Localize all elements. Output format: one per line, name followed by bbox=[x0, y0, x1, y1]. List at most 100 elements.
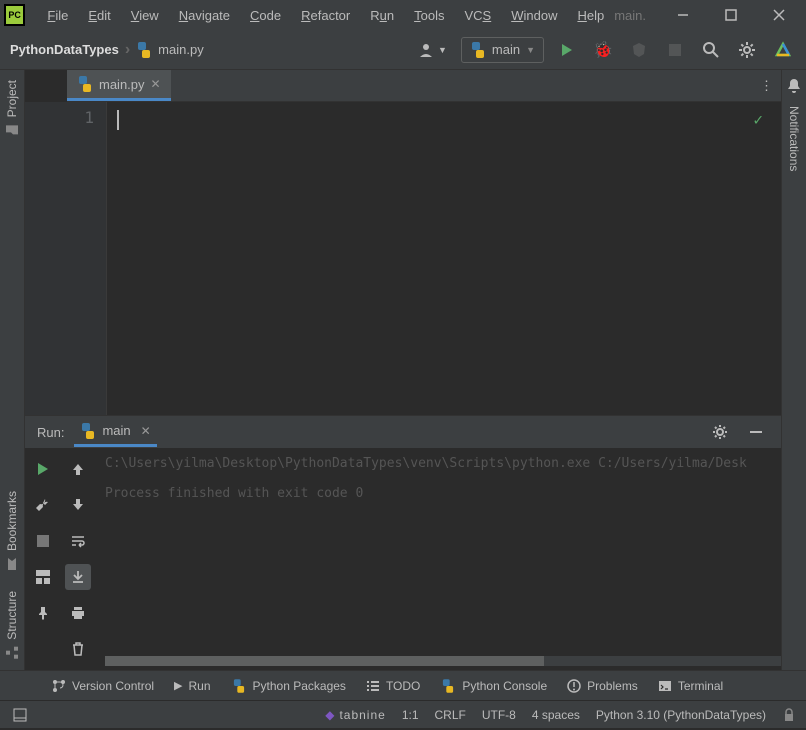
bell-icon bbox=[786, 78, 802, 94]
layout-button[interactable] bbox=[30, 564, 56, 590]
line-separator[interactable]: CRLF bbox=[435, 708, 466, 722]
bottom-run[interactable]: ▶ Run bbox=[174, 679, 210, 693]
scrollbar-thumb[interactable] bbox=[105, 656, 544, 666]
python-icon bbox=[442, 679, 456, 693]
gear-icon bbox=[712, 424, 728, 440]
interpreter[interactable]: Python 3.10 (PythonDataTypes) bbox=[596, 708, 766, 722]
breadcrumb-project[interactable]: PythonDataTypes bbox=[10, 42, 119, 57]
horizontal-scrollbar[interactable] bbox=[105, 656, 781, 666]
menu-bar: File Edit View Navigate Code Refactor Ru… bbox=[37, 4, 614, 27]
print-button[interactable] bbox=[65, 600, 91, 626]
problems-label: Problems bbox=[587, 679, 638, 693]
menu-vcs[interactable]: VCS bbox=[454, 4, 501, 27]
bottom-todo[interactable]: TODO bbox=[366, 679, 420, 693]
close-button[interactable] bbox=[756, 1, 802, 29]
structure-label: Structure bbox=[5, 591, 19, 640]
print-icon bbox=[71, 606, 85, 620]
menu-window[interactable]: Window bbox=[501, 4, 567, 27]
tabnine-widget[interactable]: ◆ tabnine bbox=[325, 708, 386, 722]
console-output[interactable]: C:\Users\yilma\Desktop\PythonDataTypes\v… bbox=[95, 448, 781, 670]
stop-icon bbox=[37, 535, 49, 547]
main-toolbar: PythonDataTypes › main.py ▼ main ▼ 🐞 bbox=[0, 30, 806, 70]
terminal-label: Terminal bbox=[678, 679, 723, 693]
editor-tab-bar: main.py ✕ ⋮ bbox=[67, 70, 781, 102]
settings-button[interactable] bbox=[734, 37, 760, 63]
menu-edit[interactable]: Edit bbox=[78, 4, 120, 27]
editor-tab-main[interactable]: main.py ✕ bbox=[67, 70, 171, 101]
bottom-terminal[interactable]: Terminal bbox=[658, 679, 723, 693]
run-tool-window: Run: main ✕ bbox=[25, 415, 781, 670]
tab-menu-button[interactable]: ⋮ bbox=[760, 78, 773, 94]
tool-project[interactable]: Project bbox=[0, 70, 24, 147]
bookmarks-label: Bookmarks bbox=[5, 491, 19, 551]
down-button[interactable] bbox=[65, 492, 91, 518]
run-tab-close[interactable]: ✕ bbox=[141, 424, 151, 438]
up-button[interactable] bbox=[65, 456, 91, 482]
run-tab[interactable]: main ✕ bbox=[74, 418, 156, 447]
indent-setting[interactable]: 4 spaces bbox=[532, 708, 580, 722]
debug-button[interactable]: 🐞 bbox=[590, 37, 616, 63]
inspection-ok-icon[interactable]: ✓ bbox=[753, 110, 763, 129]
search-button[interactable] bbox=[698, 37, 724, 63]
run-title: Run: bbox=[37, 425, 64, 440]
run-primary-toolbar bbox=[25, 448, 60, 670]
menu-run[interactable]: Run bbox=[360, 4, 404, 27]
code-with-me-button[interactable] bbox=[770, 37, 796, 63]
tool-bookmarks[interactable]: Bookmarks bbox=[0, 481, 24, 581]
tool-windows-button[interactable] bbox=[10, 705, 30, 725]
modify-run-button[interactable] bbox=[30, 492, 56, 518]
run-button[interactable] bbox=[554, 37, 580, 63]
tool-structure[interactable]: Structure bbox=[0, 581, 24, 670]
maximize-button[interactable] bbox=[708, 1, 754, 29]
rerun-button[interactable] bbox=[30, 456, 56, 482]
bottom-vcs[interactable]: Version Control bbox=[52, 679, 154, 693]
bottom-console[interactable]: Python Console bbox=[440, 678, 547, 694]
hide-panel-button[interactable] bbox=[743, 419, 769, 445]
tab-close-button[interactable]: ✕ bbox=[151, 77, 161, 91]
minimize-icon bbox=[677, 9, 689, 21]
app-icon: PC bbox=[4, 4, 25, 26]
clear-button[interactable] bbox=[65, 636, 91, 662]
bottom-problems[interactable]: Problems bbox=[567, 679, 638, 693]
console-line: C:\Users\yilma\Desktop\PythonDataTypes\v… bbox=[105, 456, 747, 471]
run-label: Run bbox=[189, 679, 211, 693]
play-icon bbox=[38, 463, 48, 475]
play-icon: ▶ bbox=[174, 679, 182, 692]
bookmark-icon bbox=[5, 557, 19, 571]
menu-code[interactable]: Code bbox=[240, 4, 291, 27]
python-file-icon bbox=[136, 42, 152, 58]
menu-file[interactable]: File bbox=[37, 4, 78, 27]
menu-view[interactable]: View bbox=[121, 4, 169, 27]
structure-icon bbox=[5, 646, 19, 660]
minimize-button[interactable] bbox=[660, 1, 706, 29]
run-settings-button[interactable] bbox=[707, 419, 733, 445]
cursor-position[interactable]: 1:1 bbox=[402, 708, 419, 722]
arrow-up-icon bbox=[71, 462, 85, 476]
menu-navigate[interactable]: Navigate bbox=[169, 4, 240, 27]
branch-icon bbox=[52, 679, 66, 693]
maximize-icon bbox=[725, 9, 737, 21]
menu-tools[interactable]: Tools bbox=[404, 4, 454, 27]
coverage-button[interactable] bbox=[626, 37, 652, 63]
breadcrumb-file[interactable]: main.py bbox=[158, 42, 204, 57]
editor[interactable]: 1 ✓ bbox=[25, 102, 781, 415]
tabnine-icon: ◆ bbox=[325, 708, 335, 722]
run-header: Run: main ✕ bbox=[25, 416, 781, 448]
menu-help[interactable]: Help bbox=[567, 4, 614, 27]
right-tool-strip: Notifications bbox=[781, 70, 806, 670]
scroll-to-end-button[interactable] bbox=[65, 564, 91, 590]
soft-wrap-button[interactable] bbox=[65, 528, 91, 554]
bottom-packages[interactable]: Python Packages bbox=[231, 678, 346, 694]
lock-icon[interactable] bbox=[782, 708, 796, 722]
notifications-button[interactable] bbox=[786, 70, 802, 102]
pin-button[interactable] bbox=[30, 600, 56, 626]
project-label: Project bbox=[5, 80, 19, 117]
run-configuration-dropdown[interactable]: main ▼ bbox=[461, 37, 544, 63]
user-dropdown[interactable]: ▼ bbox=[414, 38, 451, 62]
file-encoding[interactable]: UTF-8 bbox=[482, 708, 516, 722]
notifications-label[interactable]: Notifications bbox=[787, 102, 801, 175]
stop-button[interactable] bbox=[30, 528, 56, 554]
menu-refactor[interactable]: Refactor bbox=[291, 4, 360, 27]
stop-button[interactable] bbox=[662, 37, 688, 63]
code-area[interactable]: ✓ bbox=[107, 102, 781, 415]
